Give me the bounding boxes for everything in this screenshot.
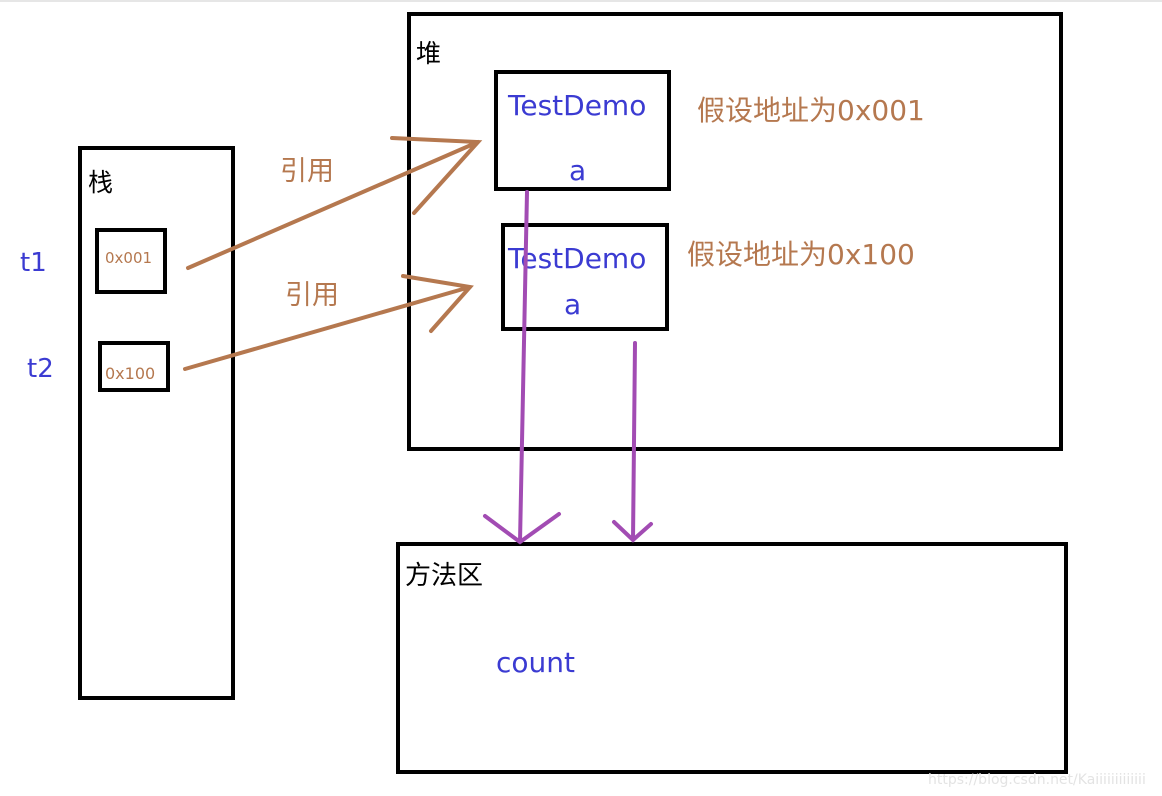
t2-value: 0x100 — [105, 364, 155, 383]
heap-box — [407, 12, 1063, 451]
var-t1-label: t1 — [20, 248, 47, 278]
static-field-count: count — [496, 646, 575, 679]
object-2-field: a — [564, 288, 581, 321]
reference-1-label: 引用 — [280, 156, 334, 187]
reference-2-label: 引用 — [285, 280, 339, 311]
object-1-note: 假设地址为0x001 — [697, 94, 925, 127]
watermark: https://blog.csdn.net/Kaiiiiiiiiiiiii — [928, 772, 1146, 788]
object-2-class: TestDemo — [507, 242, 646, 275]
object-1-field: a — [569, 154, 586, 187]
t1-value: 0x001 — [105, 249, 152, 267]
stack-title: 栈 — [88, 168, 113, 197]
object-1-class: TestDemo — [507, 89, 646, 122]
method-area-title: 方法区 — [405, 561, 483, 591]
memory-diagram: 栈 t1 t2 0x001 0x100 堆 TestDemo a 假设地址为0x… — [0, 0, 1162, 788]
heap-title: 堆 — [416, 39, 441, 68]
object-2-note: 假设地址为0x100 — [687, 238, 915, 271]
var-t2-label: t2 — [27, 354, 54, 384]
static-pointer-arrow-2 — [612, 341, 653, 543]
